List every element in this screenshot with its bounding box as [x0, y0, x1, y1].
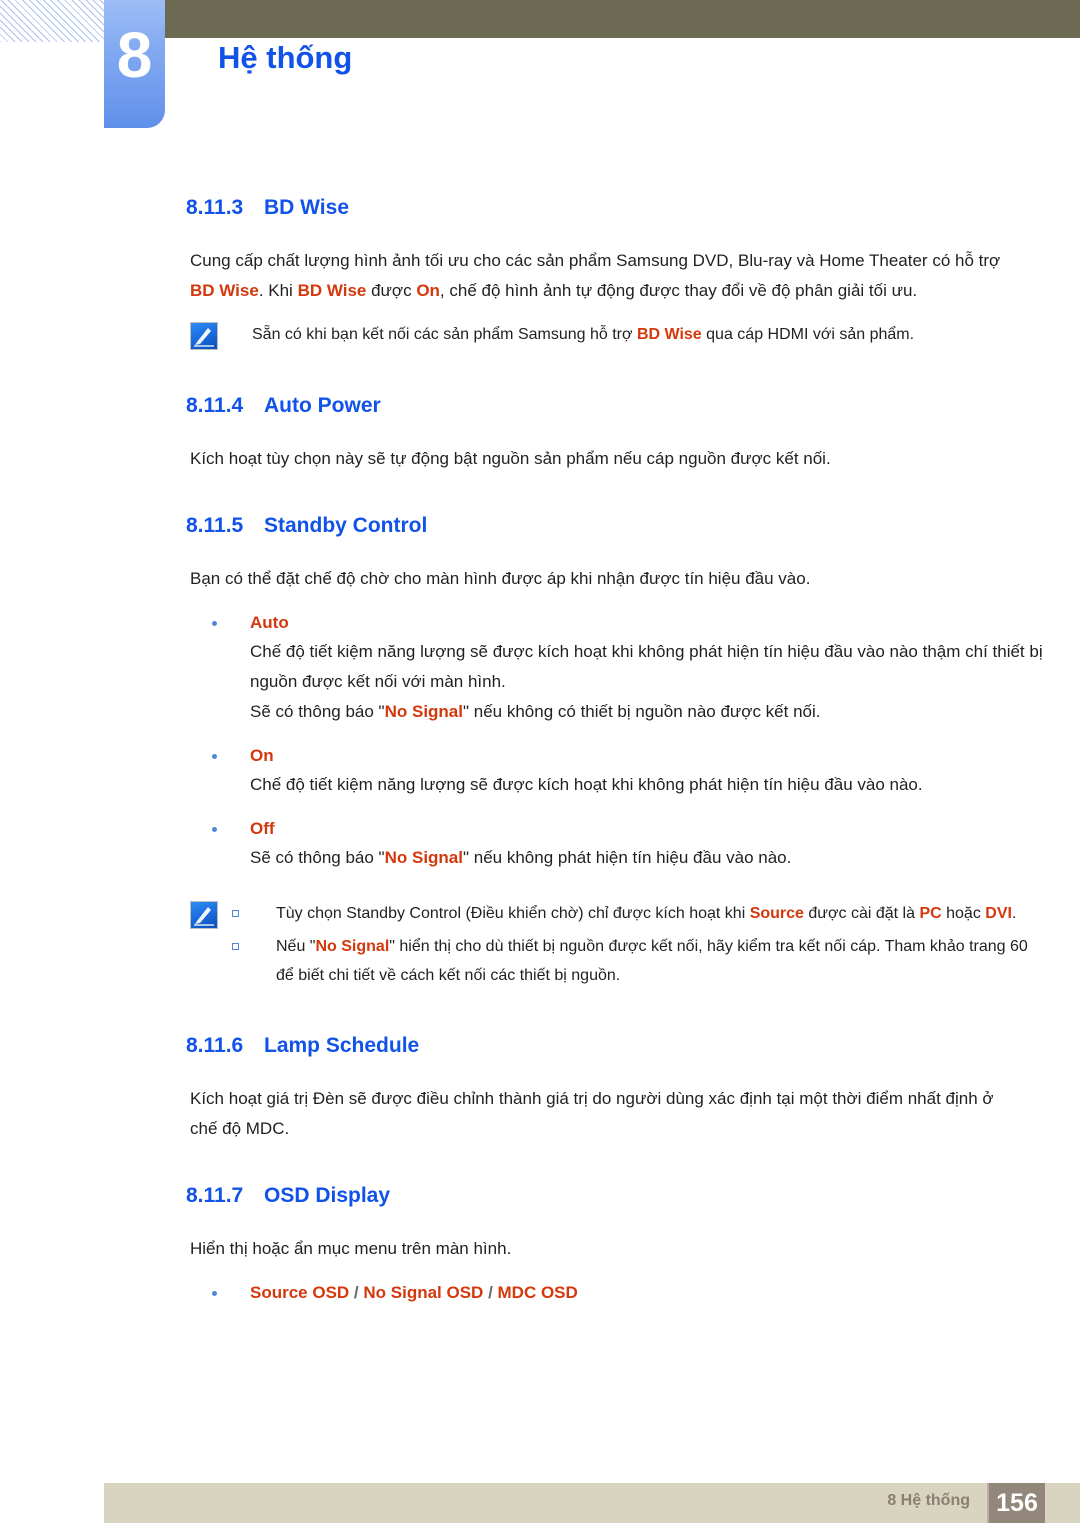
note-box-bd-wise: Sẵn có khi bạn kết nối các sản phẩm Sams…	[190, 320, 1080, 354]
option-label-on: On	[250, 746, 274, 765]
note-text-bd-wise: Sẵn có khi bạn kết nối các sản phẩm Sams…	[252, 326, 915, 343]
option-label-auto: Auto	[250, 613, 289, 632]
standby-options-list: Auto Chế độ tiết kiệm năng lượng sẽ được…	[0, 608, 1080, 873]
list-item-osd-options: Source OSD / No Signal OSD / MDC OSD	[212, 1278, 1080, 1307]
decorative-hatch-pattern	[0, 0, 104, 42]
section-heading-lamp-schedule: 8.11.6 Lamp Schedule	[186, 1034, 1080, 1058]
option-desc-auto-2: Sẽ có thông báo "No Signal" nếu không có…	[250, 702, 821, 721]
page-content: 8.11.3 BD Wise Cung cấp chất lượng hình ả…	[0, 196, 1080, 1307]
section-heading-osd-display: 8.11.7 OSD Display	[186, 1184, 1080, 1208]
list-item-standby-off: Off	[212, 814, 1080, 843]
osd-options-text: Source OSD / No Signal OSD / MDC OSD	[250, 1283, 578, 1302]
section-number: 8.11.4	[186, 394, 244, 417]
paragraph-auto-power: Kích hoạt tùy chọn này sẽ tự động bật ng…	[190, 449, 831, 468]
note-box-standby-control: Tùy chọn Standby Control (Điều khiển chờ…	[190, 899, 1080, 990]
option-desc-auto-1: Chế độ tiết kiệm năng lượng sẽ được kích…	[250, 642, 1043, 691]
section-number: 8.11.6	[186, 1034, 244, 1057]
chapter-number-tab: 8	[104, 0, 165, 128]
header-olive-bar	[104, 0, 1080, 38]
option-desc-on-1: Chế độ tiết kiệm năng lượng sẽ được kích…	[250, 775, 923, 794]
section-title: BD Wise	[264, 196, 349, 219]
note-text-standby-control: Tùy chọn Standby Control (Điều khiển chờ…	[228, 899, 1028, 990]
option-desc-off-1: Sẽ có thông báo "No Signal" nếu không ph…	[250, 848, 792, 867]
note-pen-icon	[190, 322, 218, 350]
section-heading-auto-power: 8.11.4 Auto Power	[186, 394, 1080, 418]
paragraph-osd-display: Hiển thị hoặc ẩn mục menu trên màn hình.	[190, 1239, 512, 1258]
option-label-off: Off	[250, 819, 275, 838]
note-pen-icon	[190, 901, 218, 929]
section-title: OSD Display	[264, 1184, 391, 1207]
section-number: 8.11.7	[186, 1184, 244, 1207]
chapter-number: 8	[116, 19, 153, 91]
note-sub-item-no-signal: Nếu "No Signal" hiển thị cho dù thiết bị…	[228, 932, 1028, 990]
section-heading-standby-control: 8.11.5 Standby Control	[186, 514, 1080, 538]
section-title: Auto Power	[264, 394, 381, 417]
list-item-standby-auto: Auto	[212, 608, 1080, 637]
section-number: 8.11.5	[186, 514, 244, 537]
footer-chapter-label: 8 Hệ thống	[887, 1492, 970, 1509]
list-item-standby-on: On	[212, 741, 1080, 770]
section-number: 8.11.3	[186, 196, 244, 219]
section-heading-bd-wise: 8.11.3 BD Wise	[186, 196, 1080, 220]
note-sub-item-source: Tùy chọn Standby Control (Điều khiển chờ…	[228, 899, 1028, 928]
paragraph-bd-wise: Cung cấp chất lượng hình ảnh tối ưu cho …	[190, 251, 1001, 300]
paragraph-lamp-schedule: Kích hoạt giá trị Đèn sẽ được điều chỉnh…	[190, 1089, 994, 1138]
footer-page-number: 156	[987, 1483, 1045, 1523]
paragraph-standby-control: Bạn có thể đặt chế độ chờ cho màn hình đ…	[190, 569, 811, 588]
section-title: Lamp Schedule	[264, 1034, 420, 1057]
chapter-title: Hệ thống	[218, 40, 353, 75]
section-title: Standby Control	[264, 514, 428, 537]
